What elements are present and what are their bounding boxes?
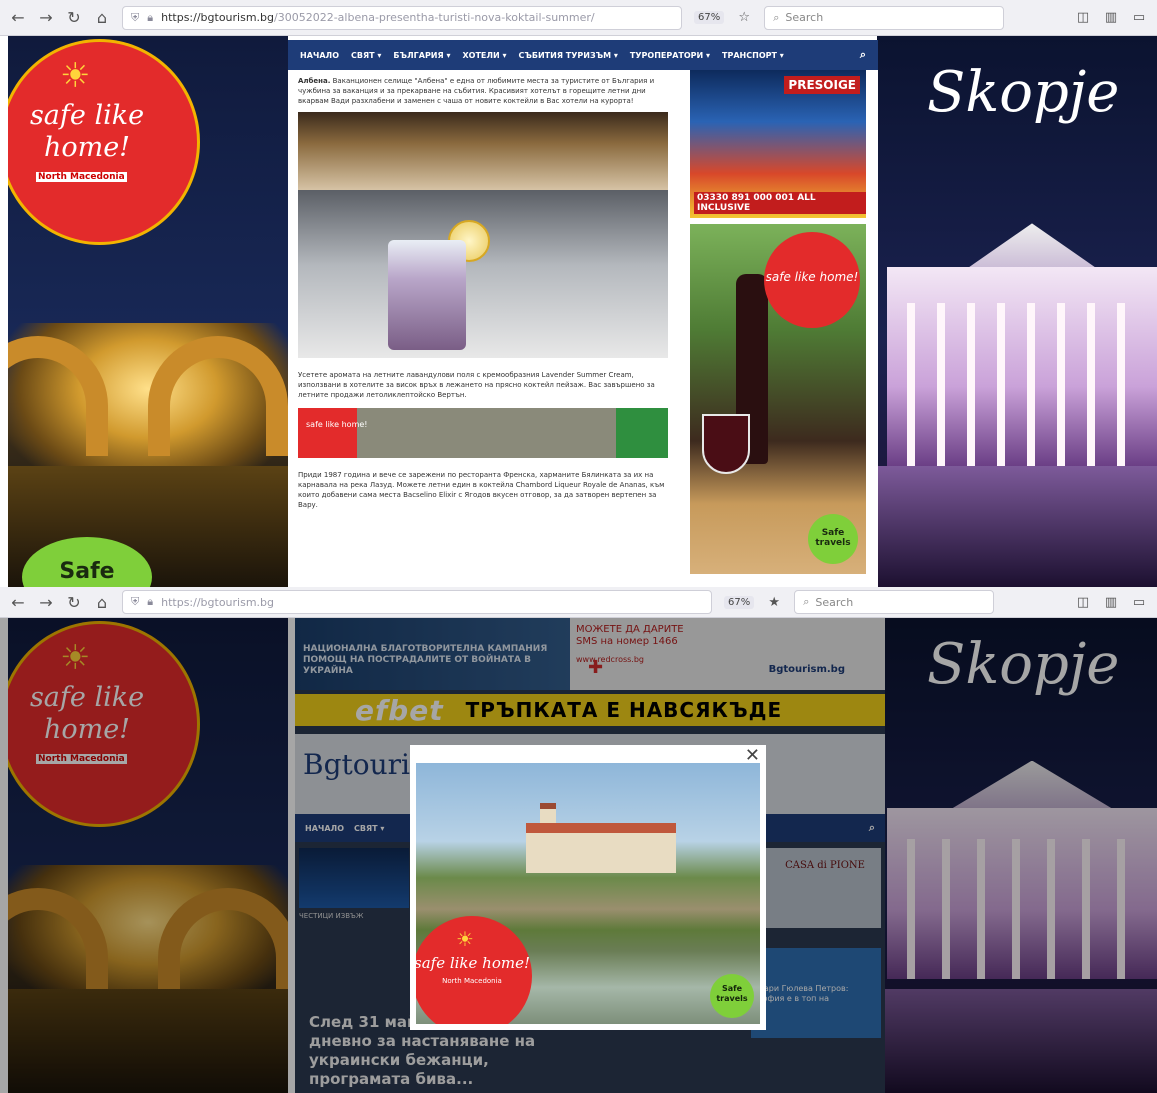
popup-modal: ✕ ☀ safe like home! North Macedonia Safe… (410, 745, 766, 1030)
forward-button[interactable]: → (38, 8, 54, 27)
column (1117, 303, 1125, 466)
search-placeholder: Search (815, 595, 854, 609)
macedonia-wine-ad[interactable]: safe like home! Safe travels (690, 224, 866, 574)
nav-events[interactable]: СЪБИТИЯ ТУРИЗЪМ ▾ (519, 51, 618, 60)
sidebar-icon[interactable]: ▭ (1131, 10, 1147, 25)
bar-photo (298, 112, 668, 190)
safe-like-home-badge: safe like home! (764, 232, 860, 328)
shield-icon: ⛨ (131, 595, 140, 608)
cocktail-photo (298, 190, 668, 358)
forward-button[interactable]: → (38, 593, 54, 612)
search-icon: ⌕ (803, 595, 810, 608)
browser-toolbar: ← → ↻ ⌂ ⛨ 🔒︎ https://bgtourism.bg 67% ★ … (0, 587, 1157, 618)
lake-monastery-ad-image[interactable]: ☀ safe like home! North Macedonia Safe t… (416, 763, 760, 1024)
column (997, 303, 1005, 466)
sidebar-icon[interactable]: ▭ (1131, 595, 1147, 610)
nav-tour-operators[interactable]: ТУРОПЕРАТОРИ ▾ (630, 51, 710, 60)
column (1057, 303, 1065, 466)
sun-icon: ☀ (456, 927, 474, 951)
safe-like-home-badge: ☀ safe like home! North Macedonia (8, 42, 197, 242)
wine-glass (702, 414, 750, 474)
sidebar-ads: PRESOIGE 03330 891 000 001 ALL INCLUSIVE… (690, 70, 866, 587)
right-skin-banner[interactable]: Skopje (877, 36, 1157, 587)
back-button[interactable]: ← (10, 8, 26, 27)
lock-icon: 🔒︎ (147, 595, 154, 608)
home-button[interactable]: ⌂ (94, 8, 110, 27)
river-reflection (877, 465, 1157, 587)
safe-like-home-inline-ad[interactable]: safe like home! (298, 408, 668, 458)
safe-travels-stamp: Safe travels (710, 974, 754, 1018)
article-location: Албена. (298, 77, 331, 85)
site-navigation: НАЧАЛО СВЯТ ▾ БЪЛГАРИЯ ▾ ХОТЕЛИ ▾ СЪБИТИ… (288, 40, 878, 70)
monastery-building (526, 823, 676, 873)
shield-icon: ⛨ (131, 10, 140, 24)
safe-like-home-text: safe like home! (416, 954, 530, 972)
search-input[interactable]: ⌕ Search (764, 5, 1005, 30)
column (967, 303, 975, 466)
reload-button[interactable]: ↻ (66, 593, 82, 612)
address-bar[interactable]: ⛨ 🔒︎ https://bgtourism.bg/30052022-alben… (122, 5, 682, 30)
article-paragraph: Усетете аромата на летните лавандулови п… (298, 371, 655, 399)
home-button[interactable]: ⌂ (94, 593, 110, 612)
nav-transport[interactable]: ТРАНСПОРТ ▾ (722, 51, 784, 60)
safe-travels-stamp: Safe travels (808, 514, 858, 564)
library-icon[interactable]: ▥ (1103, 595, 1119, 610)
zoom-indicator[interactable]: 67% (694, 11, 725, 24)
pocket-icon[interactable]: ◫ (1075, 10, 1091, 25)
left-skin-banner[interactable]: ☀ safe like home! North Macedonia Safe (8, 36, 288, 587)
presoige-ad[interactable]: PRESOIGE 03330 891 000 001 ALL INCLUSIVE (690, 70, 866, 218)
safe-like-home-text: safe like home! (29, 100, 145, 163)
star-icon[interactable]: ☆ (736, 10, 752, 25)
cocktail-glass (388, 240, 466, 350)
nav-hotels[interactable]: ХОТЕЛИ ▾ (462, 51, 506, 60)
address-bar[interactable]: ⛨ 🔒︎ https://bgtourism.bg (122, 590, 712, 614)
zoom-indicator[interactable]: 67% (724, 595, 755, 609)
url-host: https://bgtourism.bg (161, 595, 275, 609)
column (1027, 303, 1035, 466)
presoige-phone: 03330 891 000 001 (697, 193, 795, 203)
sun-icon: ☀ (60, 56, 91, 96)
article-paragraph: Албена. Ваканционен селище "Албена" е ед… (298, 77, 655, 105)
url-path: /30052022-albena-presentha-turisti-nova-… (274, 11, 595, 24)
star-icon[interactable]: ★ (766, 595, 782, 610)
nav-home[interactable]: НАЧАЛО (300, 51, 339, 60)
presoige-title: PRESOIGE (784, 76, 860, 94)
inline-ad-text: safe like home! (306, 420, 368, 429)
north-macedonia-label: North Macedonia (442, 977, 502, 985)
article-paragraph: Приди 1987 година и вече се зарежени по … (298, 471, 665, 509)
museum-building (887, 267, 1157, 466)
north-macedonia-label: North Macedonia (36, 172, 127, 182)
search-placeholder: Search (785, 11, 824, 24)
skopje-title: Skopje (927, 60, 1120, 125)
main-content: НАЧАЛО СВЯТ ▾ БЪЛГАРИЯ ▾ ХОТЕЛИ ▾ СЪБИТИ… (288, 40, 878, 587)
reload-button[interactable]: ↻ (66, 8, 82, 27)
nav-world[interactable]: СВЯТ ▾ (351, 51, 381, 60)
back-button[interactable]: ← (10, 593, 26, 612)
url-host: https://bgtourism.bg (161, 11, 275, 24)
column (937, 303, 945, 466)
screenshot-homepage-popup: ← → ↻ ⌂ ⛨ 🔒︎ https://bgtourism.bg 67% ★ … (0, 587, 1157, 1093)
search-icon: ⌕ (773, 10, 780, 24)
search-input[interactable]: ⌕ Search (794, 590, 995, 614)
nav-bulgaria[interactable]: БЪЛГАРИЯ ▾ (393, 51, 450, 60)
column (907, 303, 915, 466)
lock-icon: 🔒︎ (147, 10, 154, 24)
article-body: Албена. Ваканционен селище "Албена" е ед… (298, 70, 668, 587)
screenshot-article-page: ← → ↻ ⌂ ⛨ 🔒︎ https://bgtourism.bg/300520… (0, 0, 1157, 587)
library-icon[interactable]: ▥ (1103, 10, 1119, 25)
pocket-icon[interactable]: ◫ (1075, 595, 1091, 610)
safe-like-home-badge: ☀ safe like home! North Macedonia (416, 916, 532, 1024)
column (1087, 303, 1095, 466)
search-icon[interactable]: ⌕ (860, 48, 866, 62)
browser-toolbar: ← → ↻ ⌂ ⛨ 🔒︎ https://bgtourism.bg/300520… (0, 0, 1157, 36)
